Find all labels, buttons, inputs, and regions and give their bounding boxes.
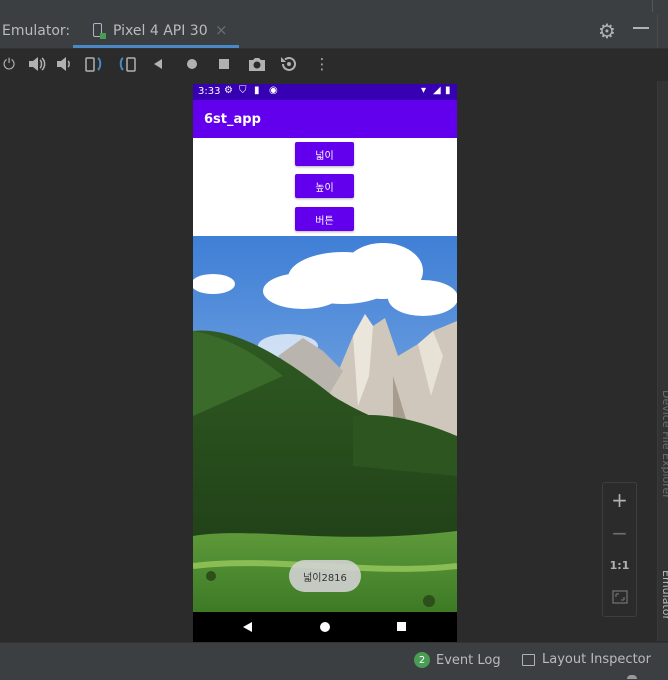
signal-icon: ◢ — [433, 85, 441, 96]
wifi-icon: ▾ — [421, 85, 427, 96]
event-log-button[interactable]: 2 Event Log — [414, 652, 501, 668]
device-icon — [93, 23, 106, 39]
rotate-left-icon[interactable] — [83, 53, 105, 75]
layout-inspector-label: Layout Inspector — [542, 652, 651, 667]
rotate-right-icon[interactable] — [116, 53, 138, 75]
more-icon[interactable]: ⋮ — [311, 53, 333, 75]
emulator-label: Emulator: — [2, 23, 71, 39]
overview-icon[interactable] — [213, 53, 235, 75]
shield-notification-icon: ⛉ — [239, 85, 247, 96]
status-time: 3:33 — [198, 86, 221, 97]
tab-pixel-4-api-30[interactable]: Pixel 4 API 30 × — [73, 14, 239, 48]
back-icon[interactable] — [147, 53, 169, 75]
screenshot-icon[interactable] — [246, 53, 268, 75]
window-top-strip — [0, 0, 668, 15]
emulator-tab-bar: Emulator: Pixel 4 API 30 × ⚙ — [0, 14, 668, 49]
fit-screen-icon[interactable] — [603, 589, 636, 608]
width-button[interactable]: 넓이 — [295, 142, 354, 166]
event-log-label: Event Log — [436, 652, 501, 668]
right-tool-strip — [657, 81, 668, 641]
close-tab-icon[interactable]: × — [215, 21, 228, 39]
volume-up-icon[interactable] — [26, 53, 48, 75]
zoom-in-button[interactable]: + — [603, 488, 636, 512]
snapshot-icon[interactable] — [278, 53, 300, 75]
nav-recents-icon[interactable] — [397, 622, 406, 631]
settings-gear-icon[interactable]: ⚙ — [598, 19, 616, 43]
nav-home-icon[interactable] — [320, 622, 330, 632]
device-file-explorer-label[interactable]: Device File Explorer — [660, 390, 668, 499]
app-title: 6st_app — [204, 112, 261, 127]
emulator-toolbar: ⏻ ⋮ — [0, 49, 668, 81]
landscape-image — [193, 236, 457, 612]
height-button[interactable]: 높이 — [295, 174, 354, 198]
app-bar: 6st_app — [193, 100, 457, 138]
sd-card-icon: ▮ — [254, 85, 260, 96]
zoom-controls: + − 1:1 — [602, 482, 637, 617]
device-screen[interactable]: 3:33 ⚙ ⛉ ▮ ◉ ▾ ◢ ▮ 6st_app 넓이 높이 버튼 넓이28… — [193, 84, 457, 642]
app-notification-icon: ◉ — [269, 85, 278, 96]
event-count-badge: 2 — [414, 652, 430, 668]
settings-notification-icon: ⚙ — [224, 85, 233, 96]
android-nav-bar — [193, 612, 457, 642]
nav-back-icon[interactable] — [243, 622, 252, 632]
volume-down-icon[interactable] — [53, 53, 75, 75]
status-indicator — [627, 675, 637, 679]
battery-icon: ▮ — [445, 85, 451, 96]
home-icon[interactable] — [181, 53, 203, 75]
ide-bottom-bar: 2 Event Log Layout Inspector — [0, 642, 668, 680]
layout-inspector-button[interactable]: Layout Inspector — [522, 652, 651, 667]
button-button[interactable]: 버튼 — [295, 207, 354, 231]
power-icon[interactable]: ⏻ — [0, 53, 20, 75]
hide-panel-icon[interactable] — [633, 27, 649, 29]
tab-label: Pixel 4 API 30 — [113, 23, 208, 39]
toast-message: 넓이2816 — [289, 560, 361, 592]
status-bar: 3:33 ⚙ ⛉ ▮ ◉ ▾ ◢ ▮ — [193, 84, 457, 100]
layout-inspector-icon — [522, 653, 535, 666]
zoom-out-button[interactable]: − — [603, 521, 636, 545]
actual-size-button[interactable]: 1:1 — [603, 559, 636, 572]
emulator-side-label[interactable]: Emulator — [660, 570, 668, 620]
